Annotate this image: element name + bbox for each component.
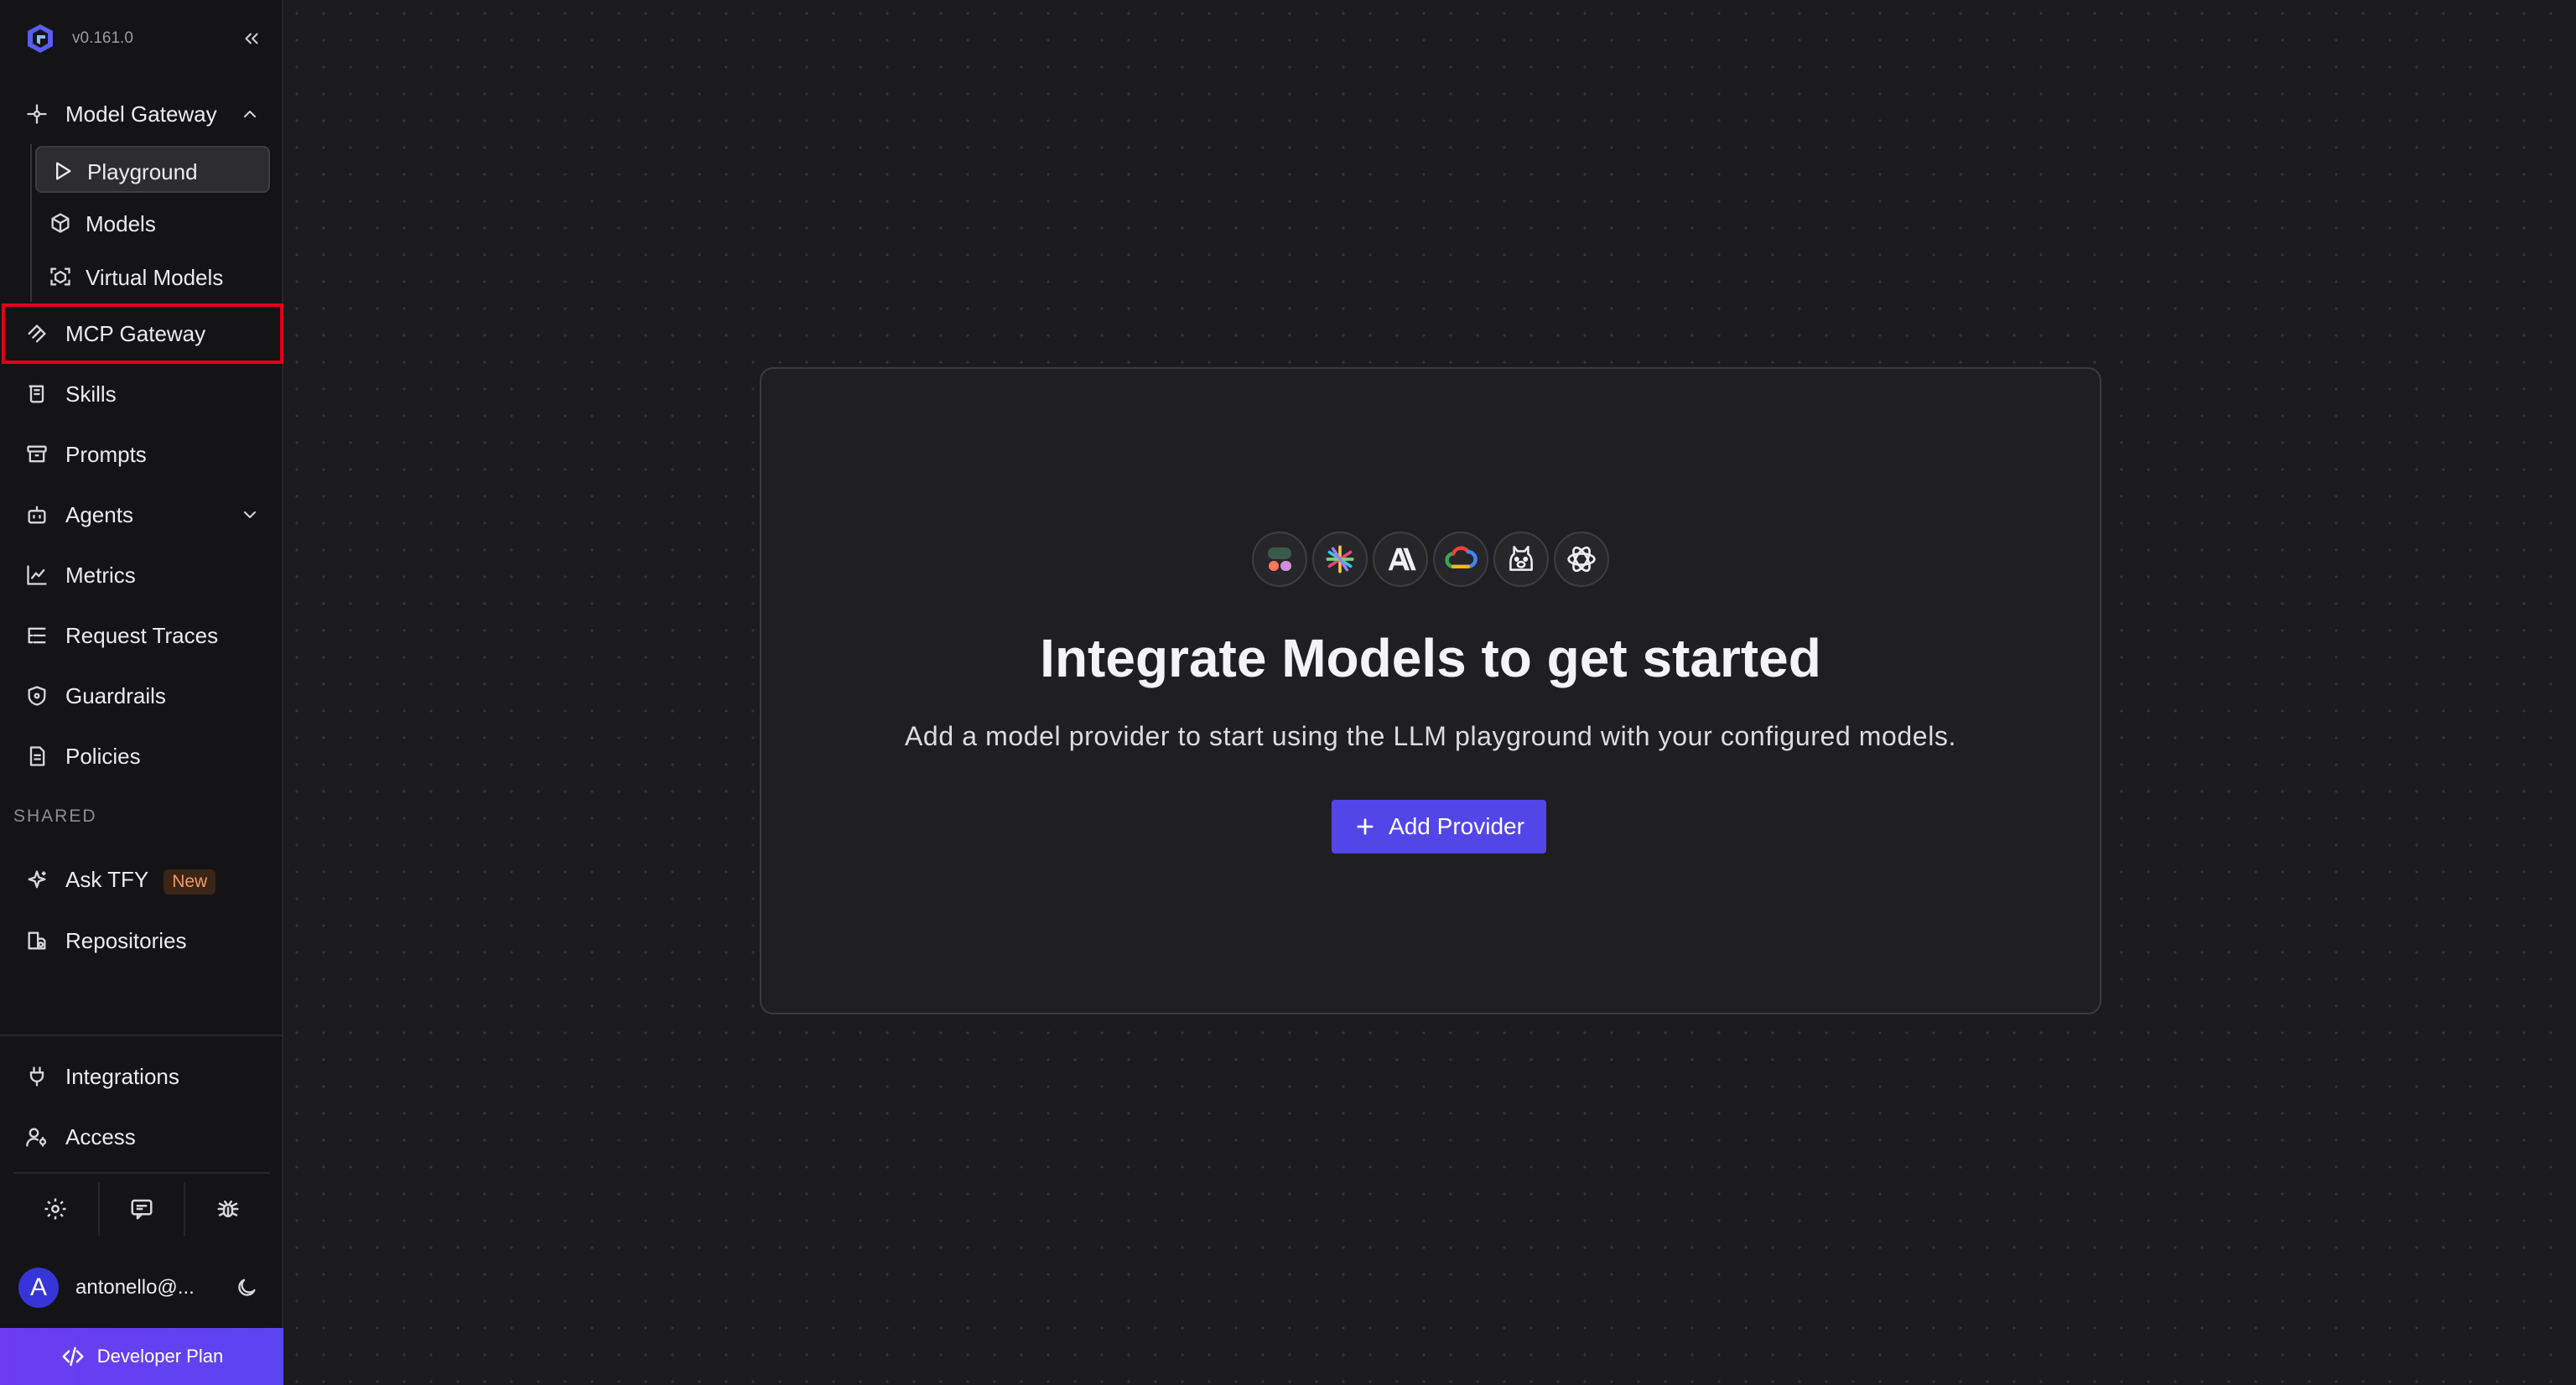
sidebar-item-label: Skills bbox=[65, 381, 117, 407]
sidebar-item-label: Model Gateway bbox=[65, 101, 217, 127]
sidebar-item-guardrails[interactable]: Guardrails bbox=[13, 672, 270, 719]
line-chart-icon bbox=[23, 562, 50, 589]
sidebar-item-agents[interactable]: Agents bbox=[13, 491, 270, 538]
user-name: antonello@... bbox=[75, 1276, 195, 1299]
plug-icon bbox=[23, 1063, 50, 1090]
sidebar-item-label: Models bbox=[86, 211, 156, 236]
provider-logos bbox=[761, 532, 2100, 587]
truefoundry-logo-icon[interactable] bbox=[23, 22, 57, 55]
brand: v0.161.0 bbox=[23, 20, 133, 57]
file-text-icon bbox=[23, 743, 50, 770]
sidebar-item-skills[interactable]: Skills bbox=[13, 371, 270, 418]
chevrons-left-icon bbox=[245, 33, 258, 44]
sidebar-item-label: Integrations bbox=[65, 1063, 179, 1089]
sidebar-item-repositories[interactable]: Repositories bbox=[13, 917, 270, 964]
play-icon bbox=[49, 158, 75, 184]
sidebar-item-integrations[interactable]: Integrations bbox=[13, 1053, 270, 1100]
empty-state-card: Integrate Models to get started Add a mo… bbox=[760, 367, 2101, 1014]
add-provider-button[interactable]: Add Provider bbox=[1332, 800, 1546, 853]
code-icon bbox=[62, 1346, 84, 1367]
sidebar-item-prompts[interactable]: Prompts bbox=[13, 431, 270, 478]
sidebar-item-label: Guardrails bbox=[65, 682, 166, 708]
sidebar-item-label: Prompts bbox=[65, 441, 147, 467]
sidebar-item-virtual-models[interactable]: Virtual Models bbox=[35, 253, 270, 300]
moon-icon bbox=[238, 1279, 256, 1296]
add-provider-label: Add Provider bbox=[1389, 813, 1524, 839]
sidebar-tool-row bbox=[13, 1182, 270, 1236]
gateway-icon bbox=[23, 101, 50, 127]
chevron-up-icon[interactable] bbox=[236, 101, 263, 127]
app-version: v0.161.0 bbox=[72, 29, 133, 47]
sidebar-item-label: Ask TFY New bbox=[65, 867, 216, 895]
chevron-down-icon[interactable] bbox=[236, 501, 263, 528]
anthropic-icon bbox=[1373, 532, 1428, 587]
perplexity-icon bbox=[1312, 532, 1368, 587]
avatar[interactable]: A bbox=[18, 1268, 59, 1308]
theme-toggle-button[interactable] bbox=[231, 1273, 262, 1303]
plus-icon bbox=[1357, 818, 1374, 835]
list-tree-icon bbox=[23, 622, 50, 649]
sidebar-item-label: Virtual Models bbox=[86, 265, 224, 290]
sidebar-item-request-traces[interactable]: Request Traces bbox=[13, 612, 270, 659]
app: v0.161.0 Model Gateway Playground Models… bbox=[0, 0, 2576, 1385]
sidebar-item-ask-tfy[interactable]: Ask TFY New bbox=[13, 857, 270, 904]
highlight-box bbox=[2, 303, 283, 364]
sidebar-item-playground[interactable]: Playground bbox=[35, 146, 270, 193]
sidebar-item-models[interactable]: Models bbox=[35, 200, 270, 246]
collapse-sidebar-button[interactable] bbox=[236, 23, 267, 54]
sidebar-item-label: Request Traces bbox=[65, 622, 219, 648]
section-label-shared: SHARED bbox=[13, 807, 97, 826]
user-key-icon bbox=[23, 1123, 50, 1150]
cube-icon bbox=[47, 210, 74, 236]
sidebar-divider bbox=[0, 1035, 283, 1036]
archive-icon bbox=[23, 441, 50, 468]
virtual-model-icon bbox=[47, 263, 74, 290]
settings-icon bbox=[44, 1198, 66, 1220]
sidebar: v0.161.0 Model Gateway Playground Models… bbox=[0, 0, 283, 1385]
settings-button[interactable] bbox=[13, 1182, 100, 1236]
sidebar-item-label: Metrics bbox=[65, 562, 136, 588]
report-bug-button[interactable] bbox=[185, 1182, 270, 1236]
sidebar-item-model-gateway[interactable]: Model Gateway bbox=[13, 91, 270, 137]
sidebar-divider bbox=[13, 1172, 270, 1174]
scroll-icon bbox=[23, 381, 50, 407]
repository-icon bbox=[23, 927, 50, 954]
shield-icon bbox=[23, 682, 50, 709]
user-menu[interactable]: A antonello@... bbox=[18, 1268, 270, 1308]
main-content: Integrate Models to get started Add a mo… bbox=[283, 0, 2576, 1385]
ask-tfy-label: Ask TFY bbox=[65, 866, 149, 892]
feedback-icon bbox=[131, 1199, 153, 1220]
sparkles-icon bbox=[23, 867, 50, 894]
sidebar-item-label: Agents bbox=[65, 501, 133, 527]
sidebar-item-policies[interactable]: Policies bbox=[13, 733, 270, 780]
bot-icon bbox=[23, 501, 50, 528]
google-cloud-icon bbox=[1433, 532, 1488, 587]
ollama-icon bbox=[1493, 532, 1549, 587]
empty-state-subtitle: Add a model provider to start using the … bbox=[904, 721, 1957, 751]
sidebar-item-label: Access bbox=[65, 1123, 136, 1149]
sidebar-item-label: Playground bbox=[87, 159, 198, 184]
feedback-button[interactable] bbox=[100, 1182, 186, 1236]
empty-state-title: Integrate Models to get started bbox=[1040, 628, 1821, 688]
sidebar-item-label: Policies bbox=[65, 743, 141, 769]
cohere-icon bbox=[1252, 532, 1307, 587]
sidebar-item-access[interactable]: Access bbox=[13, 1113, 270, 1160]
sidebar-item-metrics[interactable]: Metrics bbox=[13, 552, 270, 599]
openai-icon bbox=[1554, 532, 1609, 587]
sidebar-item-label: Repositories bbox=[65, 927, 187, 953]
plan-label: Developer Plan bbox=[96, 1346, 224, 1367]
developer-plan-button[interactable]: Developer Plan bbox=[0, 1328, 283, 1385]
submenu-rail bbox=[30, 144, 32, 302]
new-badge: New bbox=[164, 869, 216, 895]
bug-icon bbox=[217, 1201, 239, 1217]
